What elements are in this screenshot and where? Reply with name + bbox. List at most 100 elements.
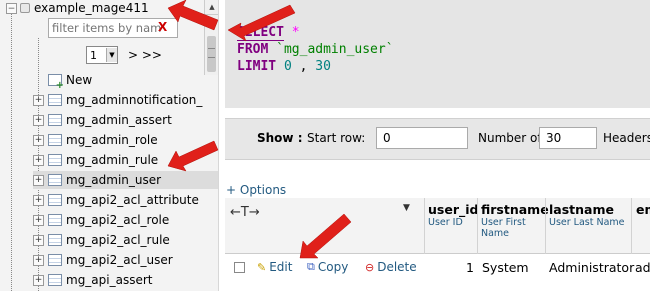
scrollbar-grip	[208, 48, 215, 58]
expand-icon[interactable]: +	[33, 114, 44, 126]
new-table-item[interactable]: New	[33, 71, 218, 91]
chevron-down-icon: ▼	[106, 48, 117, 62]
table-list-item[interactable]: + mg_admin_rule	[33, 151, 218, 169]
column-header-email[interactable]: em	[636, 202, 650, 217]
table-list-item[interactable]: + mg_admin_user	[33, 171, 218, 189]
table-icon	[48, 234, 62, 246]
table-name[interactable]: mg_admin_rule	[66, 153, 158, 167]
table-list-item[interactable]: + mg_api2_acl_user	[33, 251, 218, 269]
table-name[interactable]: mg_api2_acl_attribute	[66, 193, 199, 207]
expand-icon[interactable]: +	[33, 234, 44, 246]
row-checkbox[interactable]	[234, 262, 245, 273]
expand-icon[interactable]: +	[33, 134, 44, 146]
table-name[interactable]: mg_api_assert	[66, 273, 153, 287]
copy-label: Copy	[317, 260, 349, 274]
table-list-item[interactable]: + mg_admin_role	[33, 131, 218, 149]
expand-icon[interactable]: +	[33, 274, 44, 286]
delete-link[interactable]: ⊖ Delete	[365, 260, 417, 274]
navigation-scrollbar[interactable]: ▲	[204, 0, 218, 75]
table-list-item[interactable]: + mg_api2_acl_role	[33, 211, 218, 229]
table-icon	[48, 114, 62, 126]
table-name[interactable]: mg_admin_role	[66, 133, 158, 147]
edit-link[interactable]: ✎ Edit	[257, 260, 292, 274]
edit-label: Edit	[269, 260, 293, 274]
main-panel: SELECT * FROM `mg_admin_user` LIMIT 0 , …	[225, 0, 650, 291]
column-header-firstname[interactable]: firstname User First Name	[481, 202, 549, 239]
cell-email[interactable]: adr	[635, 260, 650, 275]
new-table-label: New	[66, 73, 93, 87]
pencil-icon: ✎	[257, 260, 267, 274]
cell-firstname[interactable]: System	[482, 260, 529, 275]
page-select-value: 1	[90, 48, 97, 62]
table-name[interactable]: mg_admin_assert	[66, 113, 172, 127]
headers-label: Headers	[603, 131, 650, 145]
start-row-input[interactable]	[376, 127, 468, 149]
database-node[interactable]: − example_mage411	[6, 0, 149, 16]
table-icon	[48, 214, 62, 226]
column-comment: User Last Name	[549, 217, 625, 228]
column-comment: User First Name	[481, 217, 526, 239]
copy-link[interactable]: ⧉ Copy	[307, 260, 348, 274]
database-name[interactable]: example_mage411	[34, 1, 149, 15]
table-list-item[interactable]: + mg_admin_assert	[33, 111, 218, 129]
results-header-row: ←T→ ▼ user_id User ID firstname User Fir…	[225, 198, 650, 254]
scroll-up-icon[interactable]: ▲	[205, 0, 218, 15]
expand-icon[interactable]: +	[33, 194, 44, 206]
expand-icon[interactable]: +	[33, 154, 44, 166]
column-header-user-id[interactable]: user_id User ID	[428, 202, 478, 228]
new-table-icon	[48, 74, 64, 91]
sql-keyword: FROM	[237, 42, 269, 57]
table-icon	[48, 94, 62, 106]
sql-table-identifier: `mg_admin_user`	[276, 42, 394, 57]
table-list-item[interactable]: + mg_api_assert	[33, 271, 218, 289]
sql-comma: ,	[299, 59, 308, 74]
sql-number: 30	[315, 59, 331, 74]
delete-label: Delete	[377, 260, 417, 274]
clear-filter-icon[interactable]: X	[158, 20, 167, 34]
column-name[interactable]: user_id	[428, 202, 478, 217]
column-move-arrows[interactable]: ←T→	[230, 205, 260, 220]
expand-icon[interactable]: +	[33, 214, 44, 226]
sql-star: *	[291, 25, 300, 40]
expand-icon[interactable]: +	[33, 94, 44, 106]
results-navigation-bar: Show : Start row: Number of rows: Header…	[225, 118, 650, 160]
table-icon	[48, 134, 62, 146]
show-button[interactable]: Show :	[257, 131, 303, 145]
table-name[interactable]: mg_api2_acl_role	[66, 213, 169, 227]
table-name[interactable]: mg_adminnotification_	[66, 93, 202, 107]
table-icon	[48, 154, 62, 166]
table-icon	[48, 174, 62, 186]
column-name[interactable]: firstname	[481, 202, 549, 217]
table-list-item[interactable]: + mg_api2_acl_attribute	[33, 191, 218, 209]
sort-dropdown-icon[interactable]: ▼	[403, 203, 410, 213]
column-name[interactable]: em	[636, 202, 650, 217]
table-list-item[interactable]: + mg_adminnotification_	[33, 91, 218, 109]
sql-keyword: SELECT	[237, 25, 284, 41]
options-link[interactable]: + Options	[226, 183, 286, 197]
expand-icon[interactable]: +	[33, 174, 44, 186]
page-select[interactable]: 1 ▼	[86, 46, 118, 64]
table-name[interactable]: mg_admin_user	[66, 173, 161, 187]
expand-icon[interactable]: +	[33, 254, 44, 266]
sql-number: 0	[283, 59, 292, 74]
table-name[interactable]: mg_api2_acl_user	[66, 253, 173, 267]
database-icon	[20, 3, 30, 13]
column-header-lastname[interactable]: lastname User Last Name	[549, 202, 625, 228]
column-name[interactable]: lastname	[549, 202, 625, 217]
table-pager: 1 ▼ > >>	[86, 46, 162, 64]
table-row: ✎ Edit ⧉ Copy ⊖ Delete 1 System Administrat…	[225, 254, 650, 291]
next-page-link[interactable]: > >>	[128, 48, 162, 62]
collapse-icon[interactable]: −	[6, 2, 17, 14]
sql-query[interactable]: SELECT * FROM `mg_admin_user` LIMIT 0 , …	[237, 24, 394, 75]
sql-keyword: LIMIT	[237, 59, 277, 74]
table-name[interactable]: mg_api2_acl_rule	[66, 233, 170, 247]
cell-user-id[interactable]: 1	[466, 260, 474, 275]
navigation-panel: − example_mage411 X 1 ▼ > >> New + mg_adm…	[0, 0, 219, 291]
cell-lastname[interactable]: Administrator	[549, 260, 634, 275]
table-icon	[48, 254, 62, 266]
delete-icon: ⊖	[365, 260, 375, 274]
results-table: ←T→ ▼ user_id User ID firstname User Fir…	[225, 198, 650, 291]
table-list-item[interactable]: + mg_api2_acl_rule	[33, 231, 218, 249]
column-comment: User ID	[428, 217, 463, 228]
number-of-rows-input[interactable]	[539, 127, 597, 149]
